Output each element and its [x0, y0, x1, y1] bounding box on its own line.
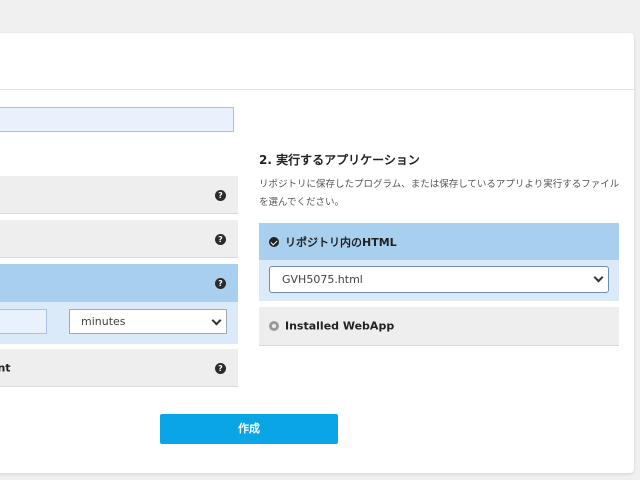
- radio-unchecked-icon: [269, 321, 279, 331]
- create-button[interactable]: 作成: [160, 414, 338, 444]
- app-option-repository-html[interactable]: リポジトリ内のHTML: [259, 223, 619, 260]
- timeout-panel: minutes: [0, 302, 238, 344]
- header-divider: [0, 89, 634, 90]
- timeout-unit-value: minutes: [81, 315, 126, 328]
- app-option-label: リポジトリ内のHTML: [285, 235, 397, 249]
- file-select-value: GVH5075.html: [282, 273, 363, 286]
- timeout-value-input[interactable]: [0, 309, 47, 334]
- option-row-2[interactable]: ?: [0, 220, 238, 258]
- name-input[interactable]: [0, 107, 234, 132]
- app-section-description: リポジトリに保存したプログラム、または保存しているアプリより実行するファイルを選…: [259, 179, 620, 208]
- environment-label: ent: [0, 361, 11, 374]
- file-select[interactable]: GVH5075.html: [269, 266, 609, 293]
- app-section-title: 2. 実行するアプリケーション: [259, 153, 420, 167]
- app-option-installed-webapp[interactable]: Installed WebApp: [259, 307, 619, 346]
- help-icon[interactable]: ?: [215, 189, 226, 201]
- help-icon[interactable]: ?: [215, 362, 226, 374]
- option-row-timeout[interactable]: ?: [0, 264, 238, 302]
- file-select-panel: GVH5075.html: [259, 260, 619, 301]
- help-icon[interactable]: ?: [215, 233, 226, 245]
- help-icon[interactable]: ?: [215, 278, 226, 289]
- chevron-down-icon: [593, 272, 604, 283]
- chevron-down-icon: [211, 315, 222, 326]
- app-option-label: Installed WebApp: [285, 319, 395, 333]
- radio-checked-icon: [269, 236, 279, 247]
- option-row-1[interactable]: ?: [0, 176, 238, 214]
- option-row-environment[interactable]: ent ?: [0, 349, 238, 387]
- timeout-unit-select[interactable]: minutes: [69, 309, 227, 334]
